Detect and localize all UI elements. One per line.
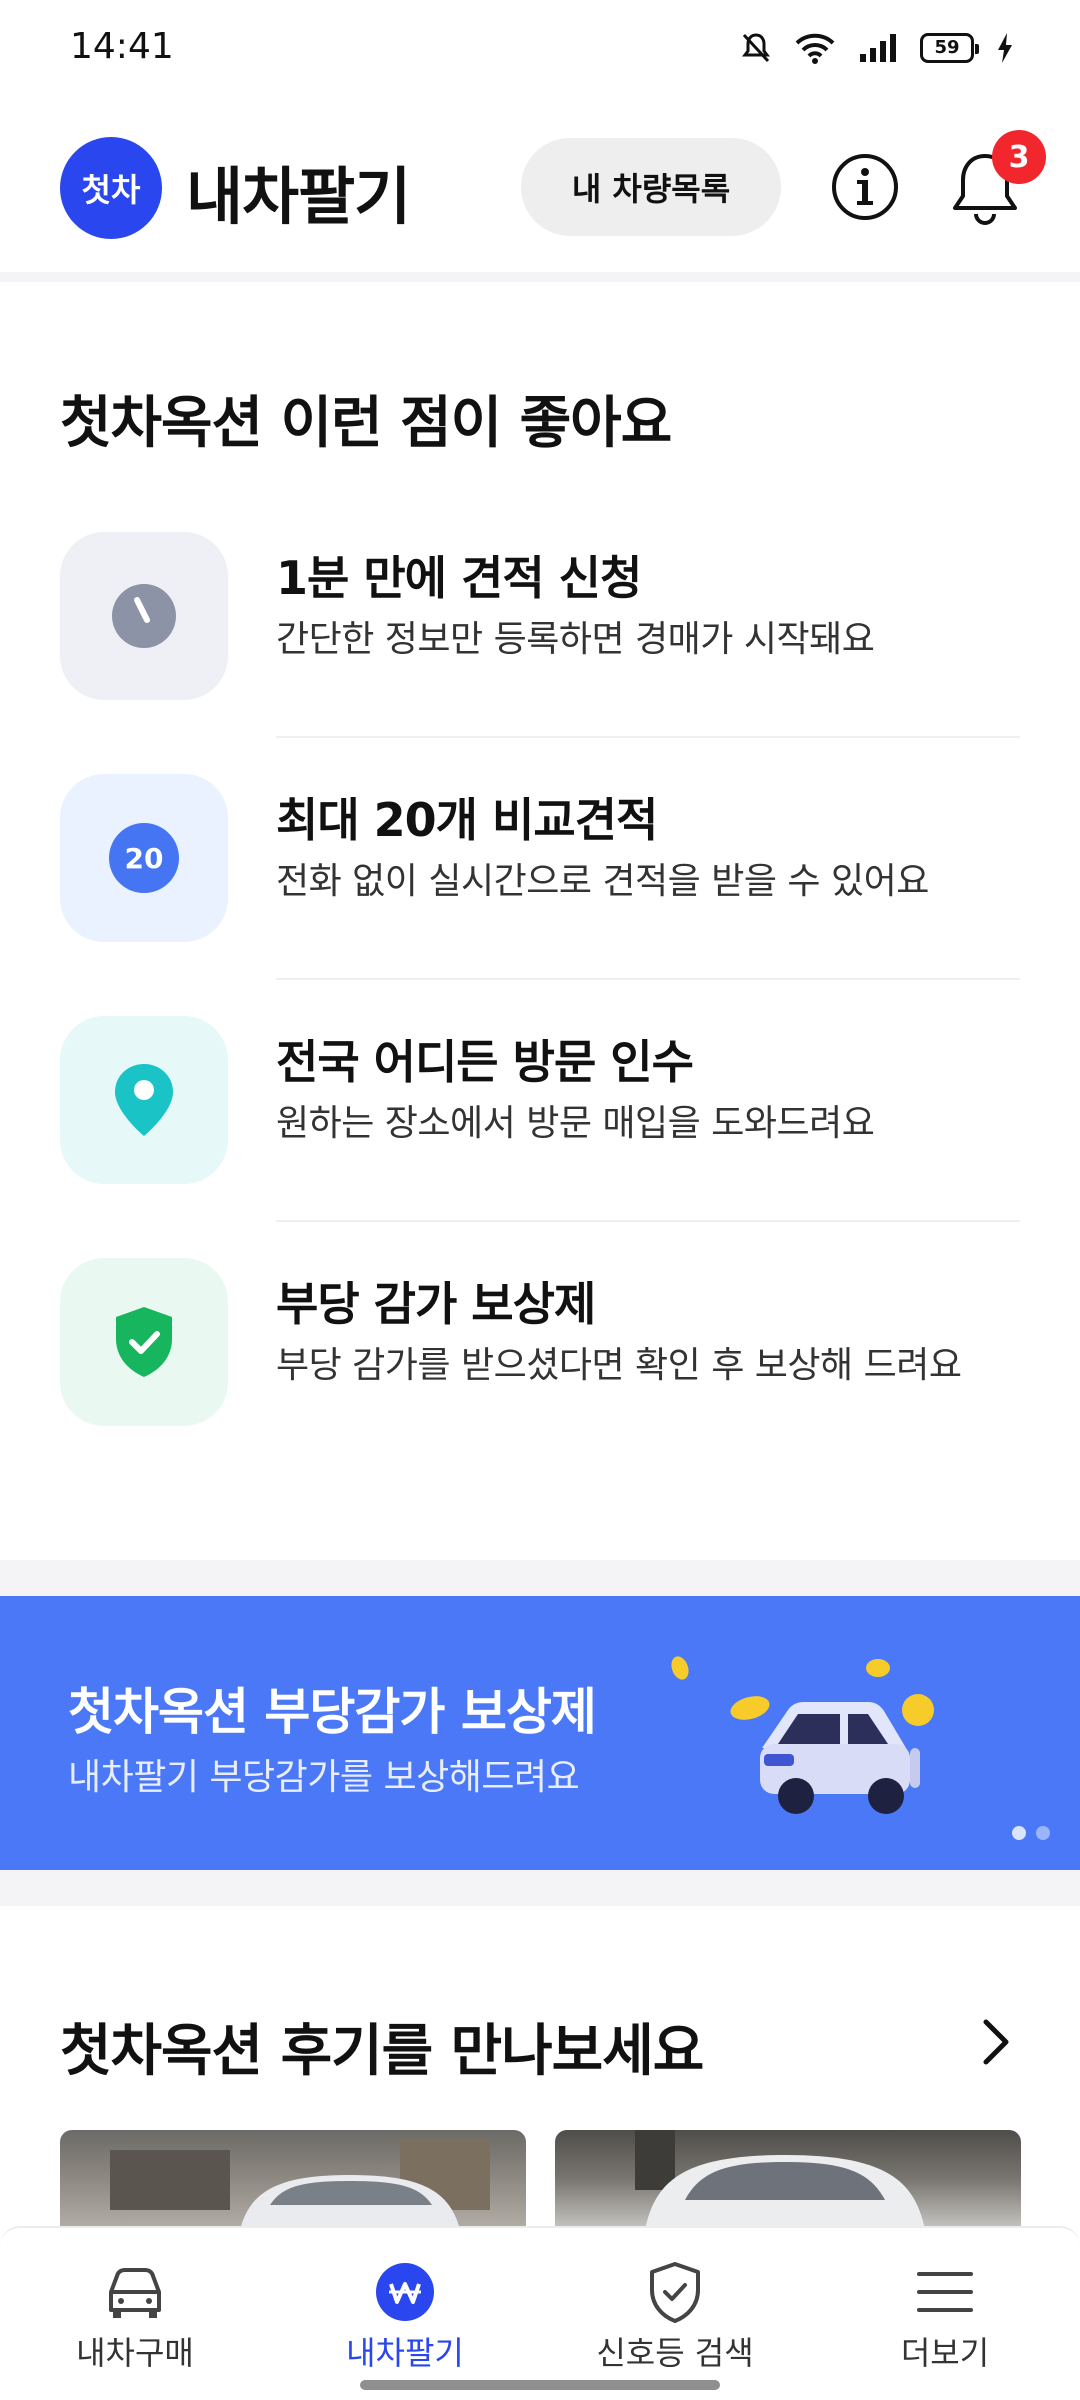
- benefit-item-compensation: 부당 감가 보상제 부당 감가를 받으셨다면 확인 후 보상해 드려요: [60, 1238, 1020, 1438]
- benefit-icon-box: [60, 1258, 228, 1426]
- benefit-description: 간단한 정보만 등록하면 경매가 시작돼요: [276, 619, 875, 660]
- nav-icon: [103, 2260, 167, 2324]
- benefit-item-quick-quote: 1분 만에 견적 신청 간단한 정보만 등록하면 경매가 시작돼요: [60, 512, 1020, 712]
- benefit-icon-box: 20: [60, 774, 228, 942]
- screen: 14:41 59 첫차 내차팔기 내 차량목록 3 첫차옥션 이런 점이 좋아요…: [0, 0, 1080, 2400]
- won-coin-icon: [376, 2263, 434, 2321]
- twenty-badge-icon: 20: [109, 823, 179, 893]
- wifi-icon: [795, 33, 835, 64]
- nav-label: 더보기: [900, 2334, 990, 2372]
- benefit-title: 1분 만에 견적 신청: [276, 551, 642, 605]
- status-time: 14:41: [70, 26, 174, 67]
- benefit-item-compare-quotes: 20 최대 20개 비교견적 전화 없이 실시간으로 견적을 받을 수 있어요: [60, 754, 1020, 954]
- info-icon[interactable]: [830, 152, 900, 222]
- car-icon: [109, 2268, 161, 2318]
- section-gap: [0, 1870, 1080, 1906]
- car-with-coins-illustration: [671, 1656, 934, 1814]
- page-title: 내차팔기: [186, 160, 411, 233]
- nav-icon: [373, 2260, 437, 2324]
- mute-bell-icon: [742, 33, 770, 63]
- bottom-nav: 내차구매 내차팔기 신호등 검색 더보기: [0, 2226, 1080, 2400]
- notification-badge: 3: [992, 130, 1046, 184]
- benefit-description: 전화 없이 실시간으로 견적을 받을 수 있어요: [276, 861, 929, 902]
- review-photo: [635, 2130, 925, 2230]
- benefit-title: 부당 감가 보상제: [276, 1277, 596, 1331]
- charging-icon: [998, 33, 1012, 63]
- my-car-list-button[interactable]: 내 차량목록: [521, 138, 781, 236]
- map-pin-icon: [115, 1064, 173, 1136]
- app-logo: 첫차: [60, 137, 162, 239]
- divider: [276, 1220, 1020, 1222]
- status-icons: 59: [740, 28, 1014, 68]
- section-gap: [0, 1560, 1080, 1596]
- status-bar: 14:41 59: [0, 0, 1080, 100]
- nav-label: 내차팔기: [346, 2334, 464, 2372]
- nav-icon: [643, 2260, 707, 2324]
- nav-icon: [913, 2260, 977, 2324]
- clock-icon: [112, 584, 176, 648]
- pagination-dot[interactable]: [1036, 1826, 1050, 1840]
- nav-item-signal-search[interactable]: 신호등 검색: [540, 2228, 810, 2388]
- banner-subtitle: 내차팔기 부당감가를 보상해드려요: [68, 1757, 580, 1798]
- svg-text:20: 20: [125, 842, 164, 875]
- app-header: 첫차 내차팔기 내 차량목록 3: [0, 100, 1080, 272]
- benefit-description: 원하는 장소에서 방문 매입을 도와드려요: [276, 1103, 875, 1144]
- benefit-title: 전국 어디든 방문 인수: [276, 1035, 694, 1089]
- chevron-right-icon[interactable]: [972, 2012, 1022, 2072]
- nav-label: 내차구매: [76, 2334, 194, 2372]
- benefit-description: 부당 감가를 받으셨다면 확인 후 보상해 드려요: [276, 1345, 962, 1386]
- shield-check-icon: [650, 2262, 700, 2323]
- review-card[interactable]: [555, 2130, 1021, 2230]
- divider: [276, 736, 1020, 738]
- divider: [276, 978, 1020, 980]
- review-card[interactable]: [60, 2130, 526, 2230]
- nav-item-buy-car[interactable]: 내차구매: [0, 2228, 270, 2388]
- reviews-title: 첫차옥션 후기를 만나보세요: [60, 2019, 704, 2084]
- promo-banner[interactable]: 첫차옥션 부당감가 보상제 내차팔기 부당감가를 보상해드려요: [0, 1596, 1080, 1870]
- nav-label: 신호등 검색: [596, 2334, 754, 2372]
- benefit-icon-box: [60, 1016, 228, 1184]
- menu-icon: [917, 2272, 973, 2312]
- home-indicator[interactable]: [360, 2380, 720, 2390]
- signal-icon: [860, 34, 896, 62]
- benefit-title: 최대 20개 비교견적: [276, 793, 658, 847]
- nav-item-more[interactable]: 더보기: [810, 2228, 1080, 2388]
- banner-pagination: [1012, 1826, 1050, 1840]
- header-divider: [0, 272, 1080, 282]
- benefit-item-visit-pickup: 전국 어디든 방문 인수 원하는 장소에서 방문 매입을 도와드려요: [60, 996, 1020, 1196]
- banner-title: 첫차옥션 부당감가 보상제: [68, 1683, 597, 1741]
- nav-item-sell-car[interactable]: 내차팔기: [270, 2228, 540, 2388]
- review-photo: [110, 2140, 490, 2230]
- battery-indicator: 59: [920, 33, 979, 63]
- benefit-icon-box: [60, 532, 228, 700]
- shield-check-icon: [116, 1307, 172, 1377]
- benefits-title: 첫차옥션 이런 점이 좋아요: [60, 391, 672, 456]
- pagination-dot[interactable]: [1012, 1826, 1026, 1840]
